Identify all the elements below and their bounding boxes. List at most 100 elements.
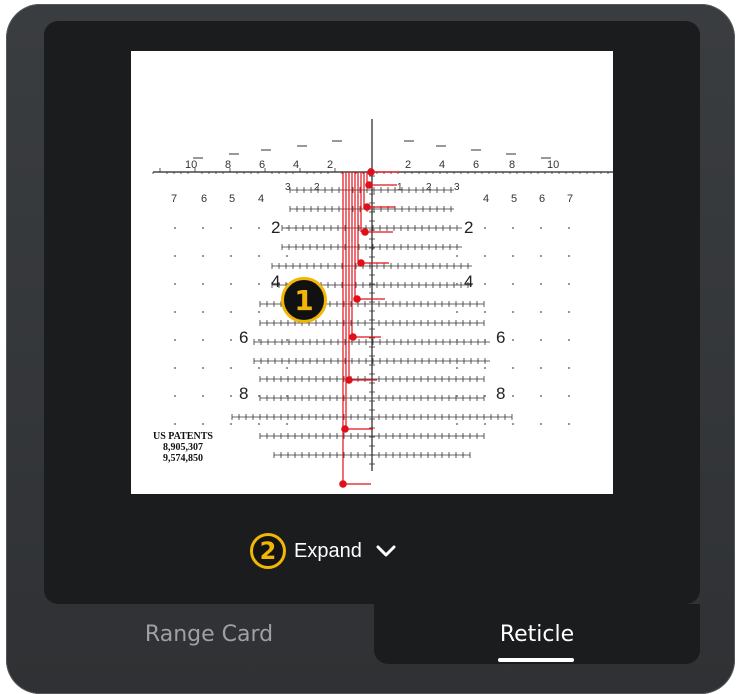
reticle-dot: [230, 283, 232, 285]
reticle-dot: [484, 423, 486, 425]
reticle-image: 10 8 6 4 2 2 4 6 8 10 7 6 5 4 4 5 6 7 3 …: [131, 51, 613, 494]
reticle-dot: [484, 283, 486, 285]
reticle-dot: [568, 423, 570, 425]
top-scale-label: 6: [473, 159, 479, 171]
reticle-dot: [540, 255, 542, 257]
reticle-dot: [174, 339, 176, 341]
reticle-dot: [484, 311, 486, 313]
row-number-label: 5: [511, 193, 517, 205]
row-number-label: 7: [567, 193, 573, 205]
patent-number: 9,574,850: [162, 453, 203, 464]
reticle-dot: [568, 255, 570, 257]
reticle-dot: [174, 227, 176, 229]
reticle-dot: [258, 283, 260, 285]
reticle-dot: [258, 227, 260, 229]
expand-button[interactable]: 2 Expand: [250, 530, 396, 572]
reticle-dot: [174, 311, 176, 313]
reticle-dot: [174, 395, 176, 397]
reticle-dot: [456, 395, 458, 397]
reticle-dot: [540, 395, 542, 397]
reticle-dot: [568, 227, 570, 229]
reticle-dot: [540, 283, 542, 285]
reticle-dot: [456, 227, 458, 229]
reticle-dot: [230, 367, 232, 369]
callout-badge-2: 2: [250, 533, 286, 569]
holdover-label-right: 2: [464, 218, 473, 237]
reticle-dot: [568, 339, 570, 341]
active-tab-indicator: [498, 658, 574, 662]
reticle-dot: [484, 255, 486, 257]
ballistic-dot: [361, 228, 369, 236]
reticle-dot: [202, 395, 204, 397]
ballistic-dot: [367, 168, 375, 176]
reticle-dot: [230, 227, 232, 229]
reticle-dot: [568, 283, 570, 285]
reticle-dot: [230, 255, 232, 257]
center-small-label: 2: [314, 182, 320, 193]
holdover-label-right: 6: [496, 328, 505, 347]
reticle-dot: [258, 423, 260, 425]
reticle-dot: [484, 367, 486, 369]
patent-title: US PATENTS: [153, 431, 213, 442]
reticle-dot: [258, 255, 260, 257]
tab-range-card-label: Range Card: [144, 621, 274, 647]
ballistic-dot: [349, 333, 357, 341]
reticle-dot: [456, 339, 458, 341]
reticle-dot: [540, 367, 542, 369]
reticle-dot: [258, 311, 260, 313]
row-number-label: 4: [483, 193, 489, 205]
ballistic-dot: [345, 376, 353, 384]
ballistic-dot: [365, 181, 373, 189]
row-number-label: 4: [258, 193, 264, 205]
ballistic-dot: [341, 425, 349, 433]
top-scale-label: 8: [509, 159, 515, 171]
reticle-dot: [456, 255, 458, 257]
reticle-dot: [174, 367, 176, 369]
reticle-dot: [540, 423, 542, 425]
chevron-down-icon: [376, 544, 396, 558]
reticle-dot: [286, 255, 288, 257]
patent-number: 8,905,307: [162, 442, 203, 453]
reticle-dot: [230, 395, 232, 397]
tab-range-card[interactable]: Range Card: [44, 604, 374, 664]
ballistic-dot: [363, 203, 371, 211]
reticle-dot: [512, 227, 514, 229]
reticle-dot: [202, 311, 204, 313]
center-small-label: 2: [426, 182, 432, 193]
holdover-label-left: 2: [271, 218, 280, 237]
holdover-label-right: 4: [464, 272, 473, 291]
expand-label: Expand: [294, 539, 362, 562]
holdover-label-left: 4: [271, 272, 280, 291]
reticle-dot: [174, 255, 176, 257]
top-scale-label: 4: [293, 159, 299, 171]
reticle-dot: [286, 339, 288, 341]
reticle-dot: [512, 255, 514, 257]
ballistic-dot: [339, 480, 347, 488]
reticle-dot: [568, 367, 570, 369]
reticle-dot: [456, 311, 458, 313]
reticle-diagram: 10 8 6 4 2 2 4 6 8 10 7 6 5 4 4 5 6 7 3 …: [152, 119, 613, 488]
reticle-dot: [540, 311, 542, 313]
reticle-dot: [286, 395, 288, 397]
reticle-dot: [202, 423, 204, 425]
reticle-dot: [484, 339, 486, 341]
tab-reticle[interactable]: Reticle: [374, 604, 700, 664]
reticle-dot: [568, 395, 570, 397]
reticle-dot: [202, 255, 204, 257]
top-scale-label: 10: [185, 159, 197, 171]
holdover-label-left: 6: [239, 328, 248, 347]
reticle-dot: [258, 395, 260, 397]
reticle-dot: [512, 423, 514, 425]
reticle-dot: [484, 395, 486, 397]
reticle-dot: [512, 367, 514, 369]
reticle-dot: [258, 339, 260, 341]
reticle-dot: [202, 227, 204, 229]
top-scale-label: 2: [405, 159, 411, 171]
reticle-dot: [512, 339, 514, 341]
ballistic-dot: [353, 295, 361, 303]
top-scale-label: 4: [439, 159, 445, 171]
reticle-dot: [540, 227, 542, 229]
ballistic-dot: [357, 259, 365, 267]
reticle-dot: [230, 339, 232, 341]
reticle-dot: [512, 311, 514, 313]
